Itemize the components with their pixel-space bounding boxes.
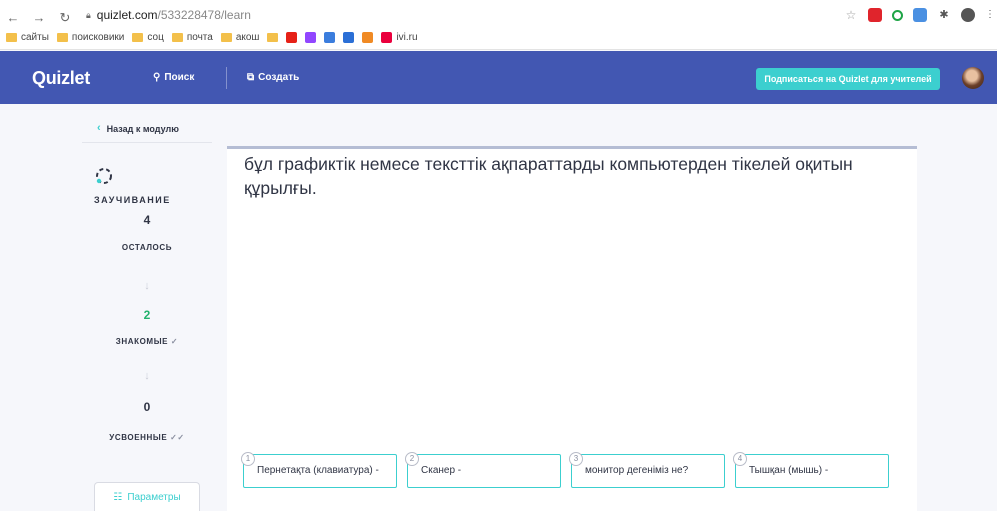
folder-icon bbox=[220, 33, 232, 42]
answer-option-1[interactable]: 1 Пернетақта (клавиатура) - bbox=[241, 452, 397, 488]
bookmark-folder[interactable]: акош bbox=[220, 32, 259, 43]
site-icon bbox=[324, 32, 336, 43]
option-label: Сканер - bbox=[421, 465, 462, 476]
mastered-count: 0 bbox=[143, 400, 151, 414]
params-button[interactable]: ☷ Параметры bbox=[94, 482, 200, 511]
bookmark-folder[interactable]: почта bbox=[171, 32, 213, 43]
profile-icon[interactable] bbox=[961, 8, 975, 22]
browser-nav: ← → ↻ bbox=[6, 10, 72, 26]
search-icon: ⚲ bbox=[153, 72, 161, 83]
youtube-icon bbox=[286, 32, 298, 43]
bookmark-site[interactable] bbox=[324, 32, 336, 43]
answer-option-3[interactable]: 3 монитор дегеніміз не? bbox=[569, 452, 725, 488]
bookmark-youtube[interactable] bbox=[286, 32, 298, 43]
quizlet-logo[interactable]: Quizlet bbox=[32, 68, 90, 89]
arrow-down-icon: ↓ bbox=[144, 280, 150, 292]
star-icon[interactable]: ☆ bbox=[844, 8, 858, 22]
answer-option-4[interactable]: 4 Тышқан (мышь) - bbox=[733, 452, 889, 488]
folder-icon bbox=[171, 33, 183, 42]
back-to-module-link[interactable]: ‹ Назад к модулю bbox=[97, 122, 179, 135]
option-label: Пернетақта (клавиатура) - bbox=[257, 465, 379, 476]
extension-icon[interactable] bbox=[913, 8, 927, 22]
bookmark-twitch[interactable] bbox=[305, 32, 317, 43]
create-button[interactable]: ⧉ Создать bbox=[247, 72, 299, 83]
chevron-left-icon: ‹ bbox=[97, 122, 101, 134]
arrow-down-icon: ↓ bbox=[144, 370, 150, 382]
option-label: монитор дегеніміз не? bbox=[585, 465, 689, 476]
extension-icon[interactable] bbox=[892, 9, 903, 21]
familiar-count: 2 bbox=[143, 308, 151, 322]
bookmark-ivi[interactable]: ivi.ru bbox=[381, 32, 418, 43]
learn-sidebar: ‹ Назад к модулю ЗАУЧИВАНИЕ 4 ОСТАЛОСЬ ↓… bbox=[82, 104, 212, 511]
url-path: /533228478/learn bbox=[157, 8, 251, 22]
check-icon: ✓ bbox=[170, 337, 179, 346]
remaining-label: ОСТАЛОСЬ bbox=[121, 243, 173, 252]
option-number: 4 bbox=[733, 452, 747, 466]
option-number: 2 bbox=[405, 452, 419, 466]
create-icon: ⧉ bbox=[247, 72, 255, 83]
twitch-icon bbox=[305, 32, 317, 43]
browser-chrome: ← → ↻ 🔒︎ quizlet.com/533228478/learn ☆ ✱… bbox=[0, 0, 997, 50]
reload-icon[interactable]: ↻ bbox=[58, 10, 72, 26]
folder-icon bbox=[56, 33, 68, 42]
option-number: 3 bbox=[569, 452, 583, 466]
question-card: бұл графиктік немесе тексттік ақпараттар… bbox=[227, 146, 917, 511]
menu-icon[interactable]: ⋮ bbox=[985, 8, 995, 22]
site-icon bbox=[362, 32, 374, 43]
bookmarks-bar: сайты поисковики соц почта акош ivi.ru bbox=[6, 32, 418, 43]
extension-toolbar: ☆ ✱ ⋮ bbox=[844, 8, 995, 22]
url-host: quizlet.com bbox=[96, 8, 158, 22]
learn-mode-icon bbox=[96, 168, 112, 184]
header-divider bbox=[226, 67, 227, 89]
lock-icon: 🔒︎ bbox=[86, 9, 91, 20]
question-text: бұл графиктік немесе тексттік ақпараттар… bbox=[244, 154, 853, 198]
forward-arrow-icon[interactable]: → bbox=[32, 10, 46, 26]
double-check-icon: ✓✓ bbox=[170, 433, 185, 442]
search-button[interactable]: ⚲ Поиск bbox=[153, 72, 194, 83]
extension-icon[interactable] bbox=[868, 8, 882, 22]
familiar-label: ЗНАКОМЫЕ ✓ bbox=[115, 337, 179, 346]
bookmark-folder[interactable]: поисковики bbox=[56, 32, 124, 43]
answer-options: 1 Пернетақта (клавиатура) - 2 Сканер - 3… bbox=[241, 452, 889, 488]
option-number: 1 bbox=[241, 452, 255, 466]
ivi-icon bbox=[381, 32, 393, 43]
folder-icon bbox=[132, 33, 144, 42]
teacher-subscribe-button[interactable]: Подписаться на Quizlet для учителей bbox=[756, 68, 940, 90]
bookmark-site[interactable] bbox=[343, 32, 355, 43]
puzzle-icon[interactable]: ✱ bbox=[937, 8, 951, 22]
mastered-label: УСВОЕННЫЕ ✓✓ bbox=[109, 433, 185, 442]
avatar[interactable] bbox=[962, 67, 984, 89]
bookmark-folder[interactable] bbox=[267, 33, 279, 42]
bookmark-folder[interactable]: соц bbox=[132, 32, 164, 43]
folder-icon bbox=[6, 33, 17, 42]
address-bar[interactable]: 🔒︎ quizlet.com/533228478/learn bbox=[86, 8, 251, 22]
bookmark-site[interactable] bbox=[362, 32, 374, 43]
sidebar-divider bbox=[82, 142, 212, 143]
answer-option-2[interactable]: 2 Сканер - bbox=[405, 452, 561, 488]
bookmark-folder[interactable]: сайты bbox=[6, 32, 49, 43]
option-label: Тышқан (мышь) - bbox=[749, 465, 829, 476]
site-icon bbox=[343, 32, 355, 43]
back-arrow-icon[interactable]: ← bbox=[6, 10, 20, 26]
sliders-icon: ☷ bbox=[113, 491, 123, 503]
folder-icon bbox=[267, 33, 279, 42]
mode-label: ЗАУЧИВАНИЕ bbox=[94, 195, 171, 205]
remaining-count: 4 bbox=[143, 213, 151, 227]
